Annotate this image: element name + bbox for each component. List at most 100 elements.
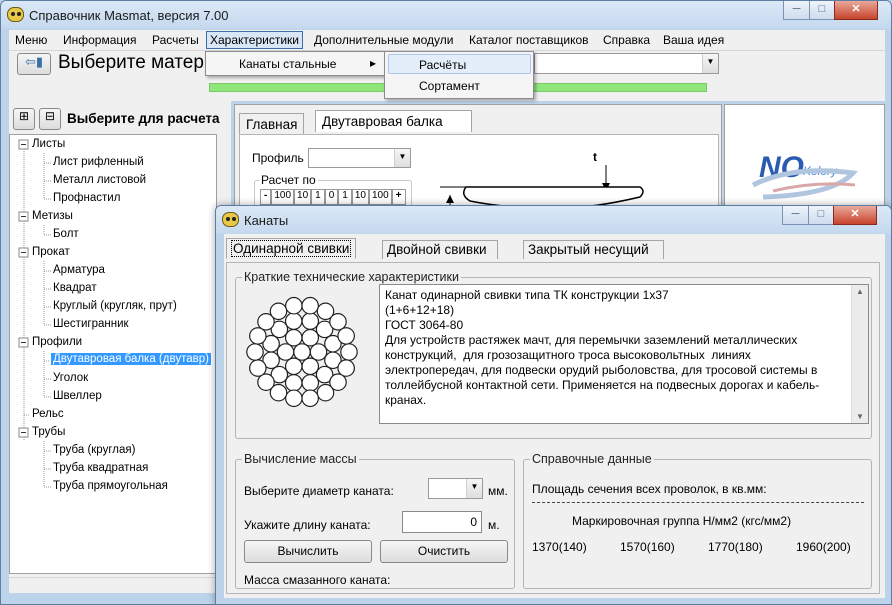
reference-group: Справочные данные Площадь сечения всех п… [523,452,872,589]
step-100b[interactable]: 100 [368,189,392,205]
clear-button[interactable]: Очистить [380,540,508,563]
step-0[interactable]: 0 [324,189,339,205]
flyout-item-raschety-label: Расчёты [419,58,467,72]
wire [284,328,303,347]
wire [276,343,295,361]
profile-select[interactable]: ▼ [308,148,411,168]
tree-item-dvutavr[interactable]: Двутавровая балка (двутавр) [51,353,211,365]
mark-1370: 1370(140) [532,540,587,554]
wire [293,343,311,361]
brief-group-label: Краткие технические характеристики [242,270,461,284]
tree-item-krugly[interactable]: Круглый (кругляк, прут) [53,300,177,312]
step-1b[interactable]: 1 [338,189,352,205]
dialog-maximize-icon[interactable]: □ [808,206,834,225]
step-buttons: - 100 10 1 0 1 10 100 + [260,189,406,205]
mark-1960: 1960(200) [796,540,851,554]
length-input[interactable]: 0 [402,511,482,533]
tree-item-truby[interactable]: Трубы [32,426,65,438]
dialog-minimize-icon[interactable]: ─ [782,206,809,225]
divider [532,502,864,503]
menu-item-catalog[interactable]: Каталог поставщиков [469,33,589,47]
menu-item-characteristics[interactable]: Характеристики [206,31,303,49]
ropes-flyout: Расчёты Сортамент [384,51,534,99]
dialog-close-icon[interactable]: ✕ [833,206,877,225]
step-minus[interactable]: - [260,189,272,205]
mass-group: Вычисление массы Выберите диаметр каната… [235,452,515,589]
tree-collapse-button[interactable]: ⊟ [39,108,61,130]
calculate-button[interactable]: Вычислить [244,540,372,563]
menu-item-info[interactable]: Информация [63,33,136,47]
tree-item-relsy[interactable]: Рельс [32,408,64,420]
dialog-titlebar[interactable]: Канаты ─ □ ✕ [216,206,891,234]
characteristics-submenu: Канаты стальные ▸ [205,51,385,76]
close-icon[interactable]: ✕ [834,1,878,20]
tab-dvutavr[interactable]: Двутавровая балка [315,110,472,132]
tree-item-truba-pr[interactable]: Труба прямоугольная [53,480,168,492]
tab-closed-bearing[interactable]: Закрытый несущий [523,240,664,259]
diameter-label: Выберите диаметр каната: [244,484,394,498]
tree-item-bolt[interactable]: Болт [53,228,79,240]
main-titlebar[interactable]: Справочник Masmat, версия 7.00 ─ □ ✕ [1,1,891,29]
tree-item-metall-list[interactable]: Металл листовой [53,174,146,186]
tree-item-profili[interactable]: Профили [32,336,82,348]
menu-item-menu[interactable]: Меню [15,33,47,47]
wire [285,296,303,315]
chevron-down-icon[interactable]: ▼ [702,54,718,73]
material-select[interactable]: ▼ [534,53,719,74]
wire [301,312,320,330]
tree-expand-button[interactable]: ⊞ [13,108,35,130]
description-scrollbar[interactable]: ▲ ▼ [851,285,868,423]
tree-item-armatura[interactable]: Арматура [53,264,105,276]
maximize-icon[interactable]: □ [809,1,835,20]
submenu-item-ropes[interactable]: Канаты стальные [239,57,336,71]
minimize-icon[interactable]: ─ [783,1,810,20]
tab-main[interactable]: Главная [239,113,305,135]
step-1[interactable]: 1 [311,189,325,205]
tree-item-profnastil[interactable]: Профнастил [53,192,120,204]
tree-item-shveller[interactable]: Швеллер [53,390,102,402]
tree-item-shestigr[interactable]: Шестигранник [53,318,129,330]
wire [309,343,328,361]
menu-item-modules[interactable]: Дополнительные модули [314,33,453,47]
reference-group-label: Справочные данные [530,452,654,466]
tree-item-truba-krug[interactable]: Труба (круглая) [53,444,135,456]
tab-single-lay[interactable]: Одинарной свивки [226,238,357,259]
dialog-body: Одинарной свивки Двойной свивки Закрытый… [224,234,885,598]
flyout-item-raschety[interactable]: Расчёты [388,54,531,74]
ropes-dialog: Канаты ─ □ ✕ Одинарной свивки Двойной св… [215,205,892,605]
app-icon [7,7,24,22]
left-panel-header: Выберите для расчета [67,111,220,126]
submenu-arrow-icon: ▸ [370,56,377,70]
tree-item-listy[interactable]: Листы [32,138,65,150]
tree-item-truba-kv[interactable]: Труба квадратная [53,462,148,474]
diameter-unit: мм. [488,484,508,498]
mark-group-label: Маркировочная группа Н/мм2 (кгс/мм2) [572,514,792,528]
raschet-po-label: Расчет по [259,173,318,187]
scroll-up-icon[interactable]: ▲ [856,287,864,296]
exit-button[interactable]: ⇦▮ [17,53,51,75]
tree-item-kvadrat[interactable]: Квадрат [53,282,97,294]
step-10[interactable]: 10 [294,189,312,205]
scroll-down-icon[interactable]: ▼ [856,412,864,421]
step-100[interactable]: 100 [271,189,295,205]
diameter-select[interactable]: ▼ [428,478,483,499]
tree-item-list-rifl[interactable]: Лист рифленный [53,156,144,168]
wire [284,357,303,376]
menu-item-idea[interactable]: Ваша идея [663,33,724,47]
tree-item-prokat[interactable]: Прокат [32,246,70,258]
description-box[interactable]: Канат одинарной свивки типа ТК конструкц… [379,284,869,424]
wire [284,312,303,330]
menu-item-help[interactable]: Справка [603,33,650,47]
description-text: Канат одинарной свивки типа ТК конструкц… [385,288,820,407]
chevron-down-icon[interactable]: ▼ [466,479,482,498]
flyout-item-sortament[interactable]: Сортамент [419,79,480,93]
menu-item-calc[interactable]: Расчеты [152,33,199,47]
tab-double-lay[interactable]: Двойной свивки [382,240,498,259]
tree-item-metizy[interactable]: Метизы [32,210,73,222]
mass-result-label: Масса смазанного каната: [244,573,391,587]
step-plus[interactable]: + [391,189,406,205]
step-10b[interactable]: 10 [351,189,369,205]
chevron-down-icon[interactable]: ▼ [394,149,410,167]
tree-item-ugolok[interactable]: Уголок [53,372,88,384]
profile-label: Профиль [252,151,304,165]
